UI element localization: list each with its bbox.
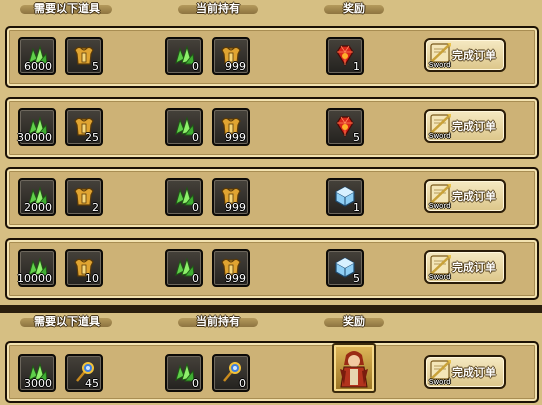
complete-order-button[interactable]: 完成订单 Sword bbox=[424, 109, 506, 143]
sword-caption: Sword bbox=[429, 378, 451, 386]
header-owned: 当前持有 bbox=[196, 2, 240, 15]
complete-order-label: 完成订单 bbox=[452, 261, 496, 274]
header-required: 需要以下道具 bbox=[34, 315, 100, 328]
character-portrait-icon bbox=[336, 347, 372, 393]
item-count: 0 bbox=[192, 377, 199, 390]
item-count: 25 bbox=[85, 131, 99, 144]
owned-item-slot[interactable]: 0 bbox=[212, 354, 250, 392]
complete-order-button[interactable]: 完成订单 Sword bbox=[424, 179, 506, 213]
owned-item-slot[interactable]: 0 bbox=[165, 108, 203, 146]
owned-item-slot[interactable]: 999 bbox=[212, 37, 250, 75]
sword-caption: Sword bbox=[429, 132, 451, 140]
header-required: 需要以下道具 bbox=[34, 2, 100, 15]
item-count: 0 bbox=[192, 201, 199, 214]
item-count: 10 bbox=[85, 272, 99, 285]
sword-caption: Sword bbox=[429, 273, 451, 281]
complete-order-button[interactable]: 完成订单 Sword bbox=[424, 355, 506, 389]
item-count: 2000 bbox=[24, 201, 52, 214]
required-item-slot[interactable]: 6000 bbox=[18, 37, 56, 75]
reward-item-slot[interactable]: 5 bbox=[326, 249, 364, 287]
item-count: 3000 bbox=[24, 377, 52, 390]
header-owned: 当前持有 bbox=[196, 315, 240, 328]
header-reward: 奖励 bbox=[343, 315, 365, 328]
owned-item-slot[interactable]: 999 bbox=[212, 178, 250, 216]
required-item-slot[interactable]: 3000 bbox=[18, 354, 56, 392]
complete-order-label: 完成订单 bbox=[452, 190, 496, 203]
required-item-slot[interactable]: 45 bbox=[65, 354, 103, 392]
required-item-slot[interactable]: 2 bbox=[65, 178, 103, 216]
item-count: 30000 bbox=[17, 131, 52, 144]
reward-item-slot[interactable]: 1 bbox=[326, 37, 364, 75]
item-count: 1 bbox=[353, 201, 360, 214]
complete-order-button[interactable]: 完成订单 Sword bbox=[424, 250, 506, 284]
sword-caption: Sword bbox=[429, 61, 451, 69]
item-count: 999 bbox=[225, 60, 246, 73]
item-count: 5 bbox=[353, 272, 360, 285]
owned-item-slot[interactable]: 0 bbox=[165, 249, 203, 287]
item-count: 2 bbox=[92, 201, 99, 214]
reward-item-slot[interactable]: 5 bbox=[326, 108, 364, 146]
item-count: 5 bbox=[353, 131, 360, 144]
owned-item-slot[interactable]: 999 bbox=[212, 249, 250, 287]
item-count: 45 bbox=[85, 377, 99, 390]
item-count: 6000 bbox=[24, 60, 52, 73]
item-count: 0 bbox=[192, 60, 199, 73]
required-item-slot[interactable]: 10000 bbox=[17, 249, 56, 287]
owned-item-slot[interactable]: 999 bbox=[212, 108, 250, 146]
complete-order-button[interactable]: 完成订单 Sword bbox=[424, 38, 506, 72]
required-item-slot[interactable]: 25 bbox=[65, 108, 103, 146]
item-count: 0 bbox=[192, 272, 199, 285]
required-item-slot[interactable]: 30000 bbox=[17, 108, 56, 146]
complete-order-label: 完成订单 bbox=[452, 49, 496, 62]
header-reward: 奖励 bbox=[343, 2, 365, 15]
owned-item-slot[interactable]: 0 bbox=[165, 354, 203, 392]
item-count: 0 bbox=[239, 377, 246, 390]
reward-item-slot[interactable]: 1 bbox=[326, 178, 364, 216]
item-count: 10000 bbox=[17, 272, 52, 285]
owned-item-slot[interactable]: 0 bbox=[165, 178, 203, 216]
required-item-slot[interactable]: 5 bbox=[65, 37, 103, 75]
reward-character-slot[interactable] bbox=[332, 343, 376, 393]
sword-caption: Sword bbox=[429, 202, 451, 210]
complete-order-label: 完成订单 bbox=[452, 120, 496, 133]
item-count: 1 bbox=[353, 60, 360, 73]
required-item-slot[interactable]: 2000 bbox=[18, 178, 56, 216]
item-count: 999 bbox=[225, 201, 246, 214]
item-count: 999 bbox=[225, 131, 246, 144]
item-count: 999 bbox=[225, 272, 246, 285]
owned-item-slot[interactable]: 0 bbox=[165, 37, 203, 75]
complete-order-label: 完成订单 bbox=[452, 366, 496, 379]
required-item-slot[interactable]: 10 bbox=[65, 249, 103, 287]
item-count: 5 bbox=[92, 60, 99, 73]
item-count: 0 bbox=[192, 131, 199, 144]
